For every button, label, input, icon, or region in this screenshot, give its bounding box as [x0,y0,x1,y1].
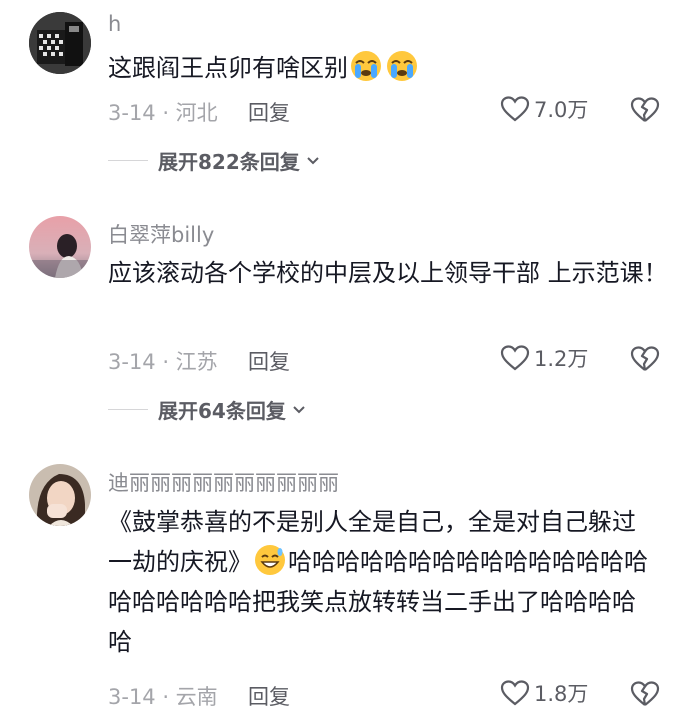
username[interactable]: 白翠萍billy [108,219,214,249]
username[interactable]: 迪丽丽丽丽丽丽丽丽丽丽 [108,467,339,497]
avatar[interactable] [29,216,91,278]
like-count: 7.0万 [534,98,589,122]
comment-text: 这跟阎王点卯有啥区别 [108,48,668,88]
comment-text: 应该滚动各个学校的中层及以上领导干部 上示范课！ [108,259,668,287]
dislike-button[interactable] [630,96,660,128]
comment-date-location: 3-14 · 江苏 [108,350,218,374]
expand-replies-label: 展开64条回复 [158,399,286,423]
heart-icon [500,345,530,371]
comment-date-location: 3-14 · 云南 [108,685,218,709]
dislike-button[interactable] [630,680,660,712]
avatar-image [29,464,91,526]
broken-heart-icon [630,346,660,371]
like-count: 1.8万 [534,682,589,706]
divider-line [108,160,148,161]
avatar[interactable] [29,464,91,526]
comment-text-content: 这跟阎王点卯有啥区别 [108,54,348,82]
expand-replies-button[interactable]: 展开64条回复 [108,395,306,424]
avatar-image [29,216,91,278]
broken-heart-icon [630,681,660,706]
avatar[interactable] [29,12,91,74]
reply-button[interactable]: 回复 [248,346,290,376]
reply-button[interactable]: 回复 [248,681,290,711]
comment-date-location: 3-14 · 河北 [108,101,218,125]
reply-button[interactable]: 回复 [248,97,290,127]
crying-face-icon [351,51,381,81]
heart-icon [500,96,530,122]
avatar-image [29,12,91,74]
like-button[interactable]: 1.8万 [500,678,588,708]
crying-face-icon [387,51,417,81]
expand-replies-label: 展开822条回复 [158,150,300,174]
expand-replies-button[interactable]: 展开822条回复 [108,146,320,175]
heart-icon [500,680,530,706]
broken-heart-icon [630,97,660,122]
chevron-down-icon [293,405,305,413]
chevron-down-icon [307,156,319,164]
divider-line [108,409,148,410]
like-button[interactable]: 7.0万 [500,94,588,124]
like-button[interactable]: 1.2万 [500,343,588,373]
like-count: 1.2万 [534,347,589,371]
username[interactable]: h [108,12,121,36]
comment-text: 《鼓掌恭喜的不是别人全是自己，全是对自己躲过一劫的庆祝》 哈哈哈哈哈哈哈哈哈哈哈哈… [108,502,658,662]
grinning-sweat-face-icon [255,545,285,575]
dislike-button[interactable] [630,345,660,377]
